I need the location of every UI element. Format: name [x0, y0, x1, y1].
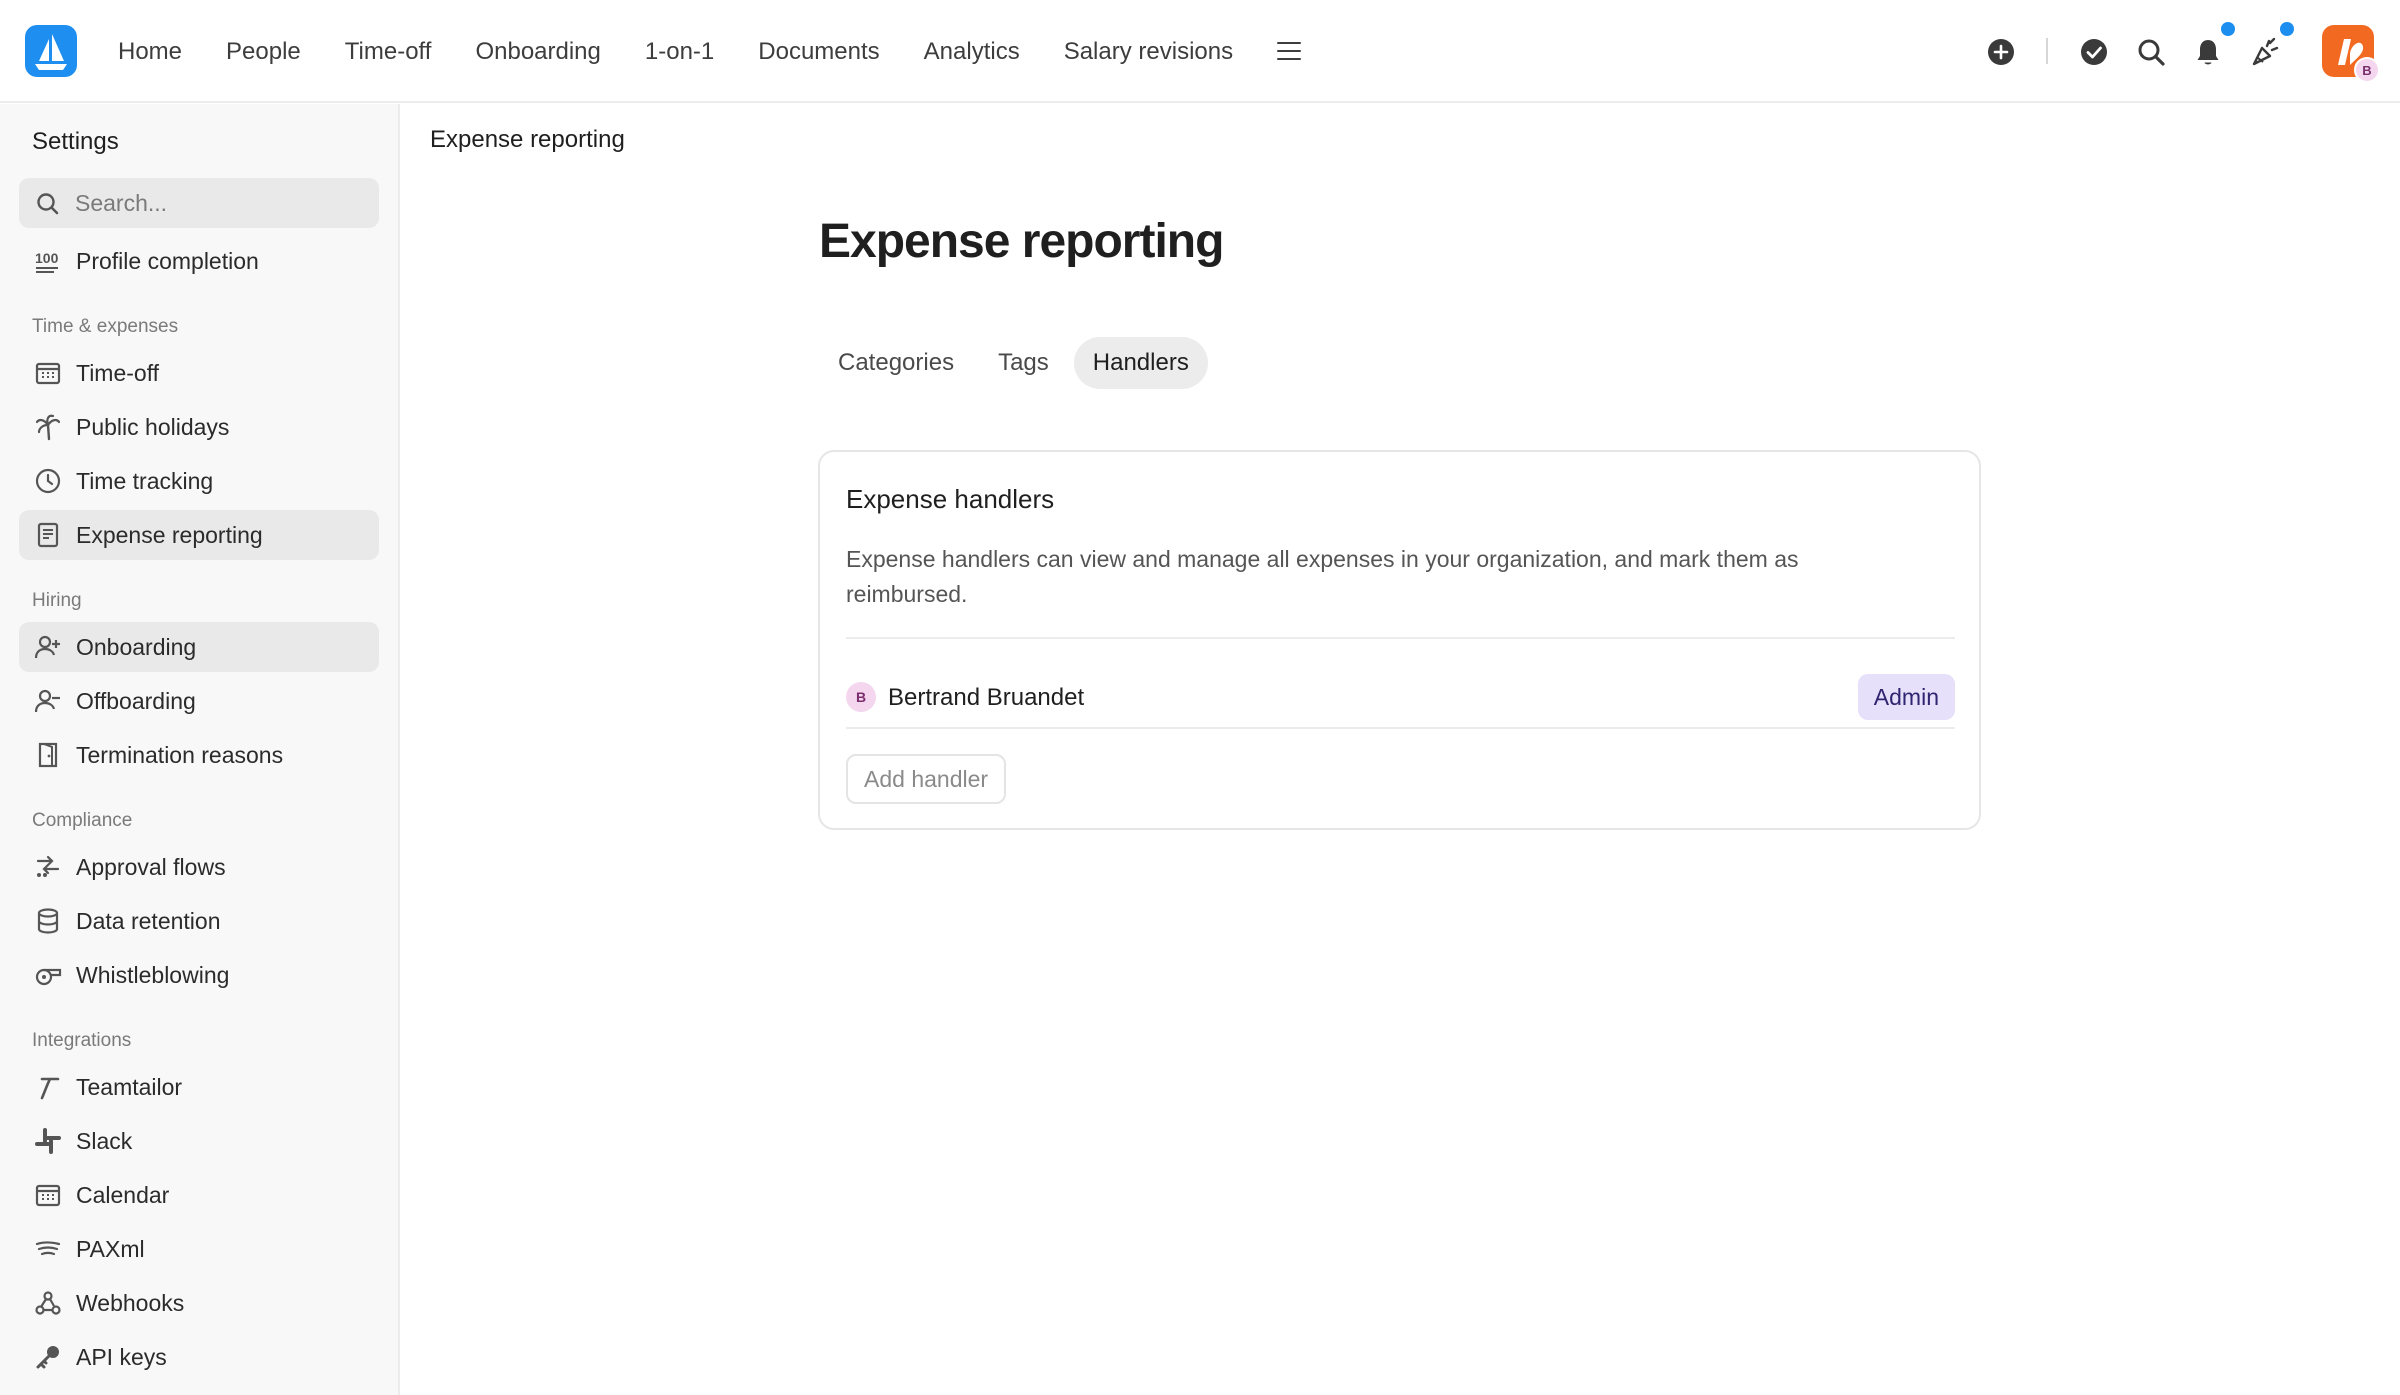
sidebar-item-label: Data retention	[76, 907, 221, 934]
sidebar-item-time-off[interactable]: Time-off	[19, 348, 379, 398]
card-description: Expense handlers can view and manage all…	[846, 546, 1799, 607]
hundred-icon: 100	[33, 246, 63, 276]
handler-row[interactable]: B Bertrand Bruandet Admin	[846, 674, 1955, 722]
add-handler-button[interactable]: Add handler	[846, 754, 1007, 804]
sidebar-item-onboarding[interactable]: Onboarding	[19, 622, 379, 672]
tab-handlers[interactable]: Handlers	[1073, 337, 1208, 389]
sidebar-item-api-keys[interactable]: API keys	[19, 1332, 379, 1382]
nav-people[interactable]: People	[204, 38, 323, 66]
sidebar-item-expense-reporting[interactable]: Expense reporting	[19, 510, 379, 560]
sidebar-item-calendar[interactable]: Calendar	[19, 1170, 379, 1220]
top-navigation-bar: Home People Time-off Onboarding 1-on-1 D…	[0, 0, 2400, 103]
avatar: B	[846, 682, 876, 712]
sidebar-item-label: Onboarding	[76, 633, 197, 660]
sidebar-item-offboarding[interactable]: Offboarding	[19, 676, 379, 726]
notification-dot	[2221, 22, 2235, 36]
user-menu-avatar[interactable]: B	[2322, 25, 2380, 83]
tab-tags[interactable]: Tags	[979, 337, 1068, 389]
handler-name: Bertrand Bruandet	[888, 684, 1085, 711]
sidebar-item-slack[interactable]: Slack	[19, 1116, 379, 1166]
section-title-integrations: Integrations	[32, 1030, 132, 1051]
divider	[846, 637, 1955, 639]
search-icon[interactable]	[2135, 36, 2167, 68]
sidebar-item-whistleblowing[interactable]: Whistleblowing	[19, 950, 379, 1000]
sidebar-item-label: Expense reporting	[76, 521, 263, 548]
settings-sidebar: Settings 100 Profile completion Time & e…	[0, 104, 400, 1395]
sidebar-item-label: Offboarding	[76, 687, 196, 714]
sidebar-item-teamtailor[interactable]: Teamtailor	[19, 1062, 379, 1112]
calendar-icon	[33, 358, 63, 388]
app-logo-icon[interactable]	[25, 25, 77, 77]
sidebar-item-label: Whistleblowing	[76, 961, 230, 988]
user-plus-icon	[33, 632, 63, 662]
sidebar-item-label: API keys	[76, 1343, 167, 1370]
calendar-icon	[33, 1180, 63, 1210]
nav-analytics[interactable]: Analytics	[902, 38, 1042, 66]
nav-documents[interactable]: Documents	[736, 38, 901, 66]
nav-time-off[interactable]: Time-off	[323, 38, 454, 66]
sidebar-item-label: Termination reasons	[76, 741, 284, 768]
role-badge: Admin	[1857, 674, 1955, 720]
user-initial-badge: B	[2354, 57, 2380, 83]
webhook-icon	[33, 1288, 63, 1318]
sidebar-item-label: Teamtailor	[76, 1073, 183, 1100]
sidebar-title: Settings	[32, 128, 119, 155]
expense-handlers-card: Expense handlers Expense handlers can vi…	[818, 450, 1981, 830]
database-icon	[33, 906, 63, 936]
sidebar-item-termination-reasons[interactable]: Termination reasons	[19, 730, 379, 780]
breadcrumb: Expense reporting	[430, 126, 625, 153]
main-nav: Home People Time-off Onboarding 1-on-1 D…	[96, 0, 1303, 103]
bell-icon[interactable]	[2192, 36, 2224, 68]
page-title: Expense reporting	[819, 215, 1224, 268]
sidebar-item-label: Profile completion	[76, 247, 259, 274]
check-circle-icon[interactable]	[2078, 36, 2110, 68]
sidebar-item-label: Time-off	[76, 359, 160, 386]
user-minus-icon	[33, 686, 63, 716]
sidebar-item-label: Approval flows	[76, 853, 226, 880]
receipt-icon	[33, 520, 63, 550]
sidebar-item-time-tracking[interactable]: Time tracking	[19, 456, 379, 506]
nav-onboarding[interactable]: Onboarding	[453, 38, 622, 66]
nav-home[interactable]: Home	[96, 38, 204, 66]
nav-one-on-one[interactable]: 1-on-1	[623, 38, 736, 66]
sidebar-item-label: PAXml	[76, 1235, 145, 1262]
sidebar-search	[19, 178, 379, 228]
key-icon	[33, 1342, 63, 1372]
toolbar-divider	[2046, 38, 2048, 64]
sidebar-item-paxml[interactable]: PAXml	[19, 1224, 379, 1274]
sidebar-item-public-holidays[interactable]: Public holidays	[19, 402, 379, 452]
card-title: Expense handlers	[846, 484, 1055, 514]
add-circle-icon[interactable]	[1985, 36, 2017, 68]
clock-icon	[33, 466, 63, 496]
section-title-hiring: Hiring	[32, 590, 82, 611]
expense-tabs: Categories Tags Handlers	[819, 337, 1214, 389]
tab-categories[interactable]: Categories	[819, 337, 973, 389]
flow-icon	[33, 852, 63, 882]
slack-icon	[33, 1126, 63, 1156]
celebration-icon[interactable]	[2250, 36, 2282, 68]
search-icon	[37, 193, 59, 215]
sidebar-item-data-retention[interactable]: Data retention	[19, 896, 379, 946]
sidebar-item-label: Webhooks	[76, 1289, 185, 1316]
hamburger-menu-icon[interactable]	[1277, 41, 1303, 63]
section-title-time-expenses: Time & expenses	[32, 316, 179, 337]
sidebar-item-label: Public holidays	[76, 413, 230, 440]
palm-tree-icon	[33, 412, 63, 442]
celebration-dot	[2280, 22, 2294, 36]
sidebar-item-label: Time tracking	[76, 467, 214, 494]
paxml-icon	[33, 1234, 63, 1264]
whistle-icon	[33, 960, 63, 990]
sidebar-search-input[interactable]	[75, 178, 365, 228]
sidebar-item-webhooks[interactable]: Webhooks	[19, 1278, 379, 1328]
door-icon	[33, 740, 63, 770]
sidebar-item-label: Slack	[76, 1127, 133, 1154]
sidebar-item-label: Calendar	[76, 1181, 170, 1208]
sidebar-item-profile-completion[interactable]: 100 Profile completion	[19, 236, 379, 286]
nav-salary-revisions[interactable]: Salary revisions	[1042, 38, 1255, 66]
section-title-compliance: Compliance	[32, 810, 133, 831]
sidebar-item-approval-flows[interactable]: Approval flows	[19, 842, 379, 892]
divider	[846, 727, 1955, 729]
teamtailor-icon	[33, 1072, 63, 1102]
svg-text:100: 100	[35, 250, 59, 266]
